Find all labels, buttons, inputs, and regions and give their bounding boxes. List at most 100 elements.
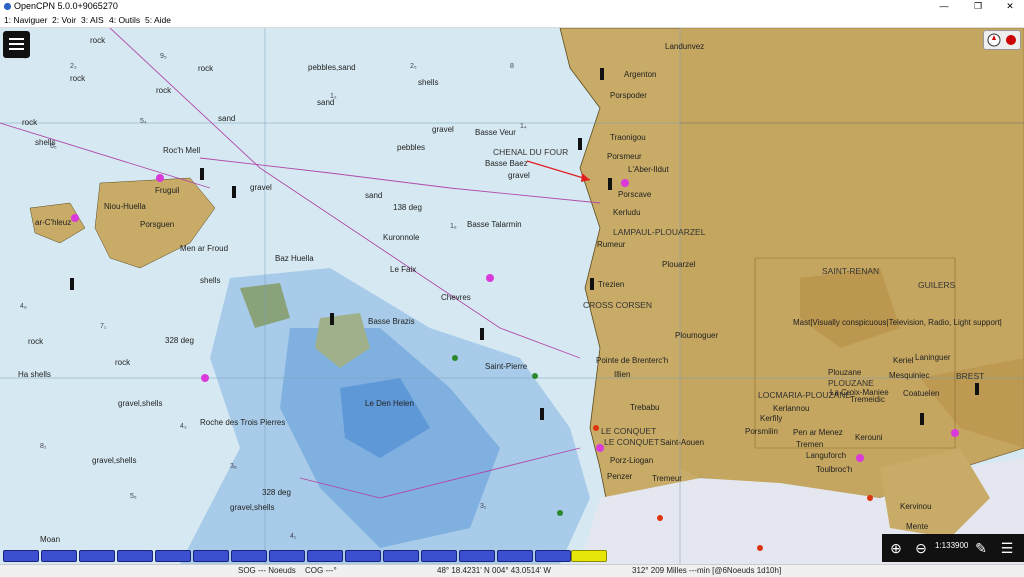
svg-text:5₆: 5₆ [130, 493, 137, 500]
chart-key[interactable] [269, 550, 305, 562]
svg-text:9₅: 9₅ [160, 53, 167, 60]
seabed-gravel-shells: gravel,shells [92, 456, 137, 465]
chart-key[interactable] [41, 550, 77, 562]
seabed-gravel-shells: gravel,shells [118, 399, 163, 408]
place-laber-ildut: L'Aber-Ildut [628, 165, 669, 174]
place-saint-aouen: Saint-Aouen [660, 438, 705, 447]
zoom-out-icon[interactable]: ⊖ [910, 537, 932, 559]
menu-outils[interactable]: 4: Outils [109, 13, 140, 27]
place-basse-brazis: Basse Brazis [368, 317, 415, 326]
place-penzer: Penzer [607, 472, 633, 481]
seabed-rock: rock [22, 118, 38, 127]
seabed-shells: shells [418, 78, 439, 87]
menu-ais[interactable]: 3: AIS [81, 13, 104, 27]
place-pointe-de-brenterch: Pointe de Brenterc'h [596, 356, 669, 365]
seabed-gravel: gravel [432, 125, 454, 134]
place-traonigou: Traonigou [610, 133, 646, 142]
restore-button[interactable]: ❐ [964, 0, 992, 13]
seabed-gravel-shells: gravel,shells [230, 503, 275, 512]
seabed-rock: rock [70, 74, 86, 83]
place-plouzane: PLOUZANE [828, 378, 874, 388]
minimize-button[interactable]: — [930, 0, 958, 13]
chart-key[interactable] [421, 550, 457, 562]
svg-text:4₃: 4₃ [180, 423, 187, 430]
place-saint-pierre: Saint-Pierre [485, 362, 528, 371]
menu-icon[interactable]: ☰ [996, 537, 1018, 559]
place-toulbroch: Toulbroc'h [816, 465, 853, 474]
chart-graphics: 8₀2₃9₅ 6₅5₄1₂ 4₈7₁4₃ 8₂5₆3₈ 4₁3₂1₄ 2₅1₉8 [0, 28, 1024, 564]
place-languforch: Languforch [806, 451, 847, 460]
chart-key[interactable] [3, 550, 39, 562]
svg-text:2₅: 2₅ [410, 63, 417, 70]
place-porz-liogan: Porz-Liogan [610, 456, 654, 465]
compass-icon [987, 33, 1016, 47]
title-bar: OpenCPN 5.0.0+9065270 — ❐ ✕ [0, 0, 1024, 13]
chart-key[interactable] [383, 550, 419, 562]
status-bar: SOG --- Noeuds COG ---° 48° 18.4231' N 0… [0, 564, 1024, 577]
zoom-in-icon[interactable]: ⊕ [885, 537, 907, 559]
place-chevres: Chevres [441, 293, 471, 302]
place-porspoder: Porspoder [610, 91, 647, 100]
chart-key[interactable] [497, 550, 533, 562]
svg-text:1₉: 1₉ [450, 223, 457, 230]
main-menu-button[interactable] [3, 31, 30, 58]
nautical-chart-canvas[interactable]: 8₀2₃9₅ 6₅5₄1₂ 4₈7₁4₃ 8₂5₆3₈ 4₁3₂1₄ 2₅1₉8… [0, 28, 1024, 564]
chart-key-active[interactable] [571, 550, 607, 562]
place-argenton: Argenton [624, 70, 657, 79]
svg-text:1₄: 1₄ [520, 123, 527, 130]
place-rumeur: Rumeur [597, 240, 626, 249]
seabed-rock: rock [115, 358, 131, 367]
chart-key[interactable] [459, 550, 495, 562]
svg-text:4₁: 4₁ [290, 533, 297, 540]
place-lampaul-plouarzel: LAMPAUL-PLOUARZEL [613, 227, 706, 237]
place-laninguer: Laninguer [915, 353, 951, 362]
place-coatuelen: Coatuelen [903, 389, 940, 398]
seabed-sand: sand [218, 114, 236, 123]
chart-key[interactable] [155, 550, 191, 562]
place-illien: Illien [614, 370, 631, 379]
seabed-rock: rock [156, 86, 172, 95]
place-keriel: Keriel [893, 356, 914, 365]
chart-key[interactable] [345, 550, 381, 562]
chart-key[interactable] [193, 550, 229, 562]
place-fruguil: Fruguil [155, 186, 180, 195]
chart-key[interactable] [79, 550, 115, 562]
place-basse-talarmin: Basse Talarmin [467, 220, 522, 229]
svg-text:2₃: 2₃ [70, 63, 77, 70]
place-saint-renan: SAINT-RENAN [822, 266, 880, 276]
menu-aide[interactable]: 5: Aide [145, 13, 171, 27]
place-le-den-helen: Le Den Helen [365, 399, 414, 408]
seabed-pebbles: pebbles [397, 143, 426, 152]
chart-key[interactable] [117, 550, 153, 562]
compass-widget[interactable] [983, 30, 1021, 50]
place-porsmeur: Porsmeur [607, 152, 642, 161]
menu-naviguer[interactable]: 1: Naviguer [4, 13, 47, 27]
place-mente: Mente [906, 522, 929, 531]
place-cross-corsen: CROSS CORSEN [583, 300, 652, 310]
place-tremen: Tremen [796, 440, 824, 449]
place-basse-baez: Basse Baez [485, 159, 528, 168]
bearing-138-deg: 138 deg [393, 203, 422, 212]
place-men-ar-froud: Men ar Froud [180, 244, 229, 253]
menu-voir[interactable]: 2: Voir [52, 13, 76, 27]
chart-key[interactable] [307, 550, 343, 562]
place-pen-ar-menez: Pen ar Menez [793, 428, 843, 437]
cog-readout: COG ---° [305, 566, 337, 575]
chart-key[interactable] [231, 550, 267, 562]
chart-key[interactable] [535, 550, 571, 562]
sog-readout: SOG --- Noeuds [238, 566, 296, 575]
place-guilers: GUILERS [918, 280, 956, 290]
route-tool-icon[interactable]: ✎ [970, 537, 992, 559]
scale-readout: 1:133900 [935, 541, 969, 550]
place-ar-chleuz: ar-C'hleuz [35, 218, 72, 227]
close-button[interactable]: ✕ [996, 0, 1024, 13]
bearing-328-deg: 328 deg [262, 488, 291, 497]
place-plouzane: Plouzane [828, 368, 862, 377]
place-plouarzel: Plouarzel [662, 260, 696, 269]
place-kerludu: Kerludu [613, 208, 641, 217]
place-porsmilin: Porsmilin [745, 427, 778, 436]
svg-text:4₈: 4₈ [20, 303, 27, 310]
seabed-rock: rock [198, 64, 214, 73]
place-roch-mell: Roc'h Mell [163, 146, 201, 155]
seabed-gravel: gravel [508, 171, 530, 180]
